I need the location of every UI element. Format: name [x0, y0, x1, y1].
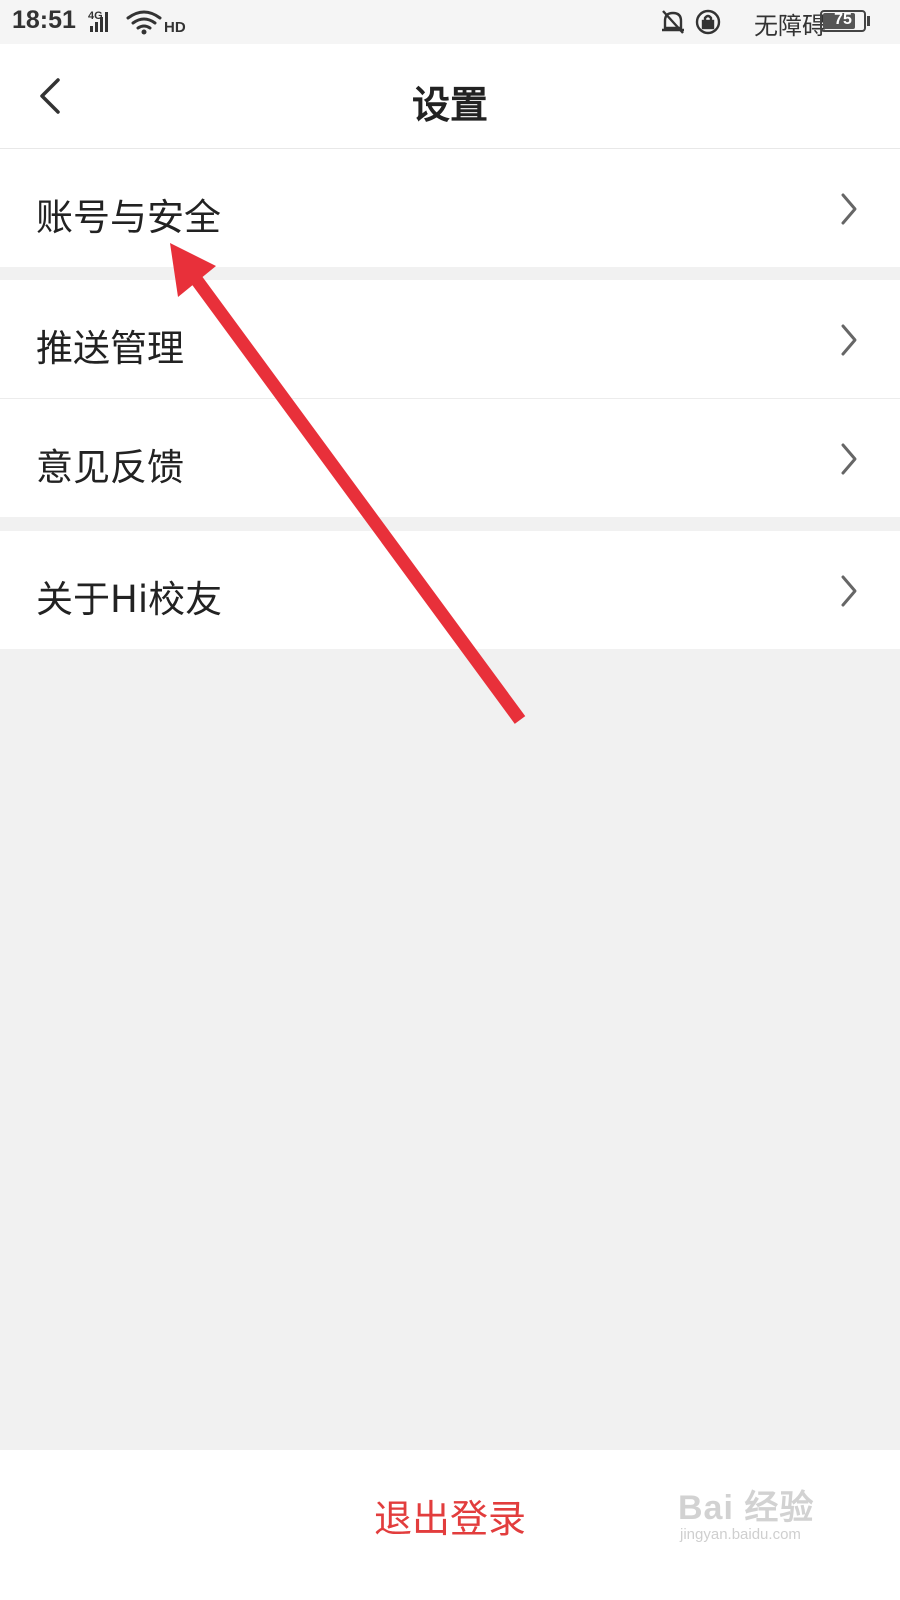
battery-level: 75	[834, 11, 852, 28]
menu-item-label: 推送管理	[36, 327, 184, 370]
chevron-right-icon	[841, 324, 857, 356]
menu-item-label: 关于Hi校友	[36, 578, 223, 621]
rotation-lock-icon	[695, 9, 721, 35]
signal-wifi-icons: 4G HD	[88, 8, 198, 40]
watermark-logo-text: Bai 经验	[678, 1489, 815, 1527]
menu-item-label: 意见反馈	[36, 446, 184, 489]
mute-bell-icon	[662, 10, 684, 34]
menu-item-feedback[interactable]: 意见反馈	[0, 398, 900, 517]
menu-item-account-security[interactable]: 账号与安全	[0, 149, 900, 267]
settings-group-general: 推送管理 意见反馈	[0, 280, 900, 517]
settings-group-about: 关于Hi校友	[0, 531, 900, 649]
chevron-right-icon	[841, 575, 857, 607]
battery-icon: 75	[820, 10, 866, 32]
menu-item-label: 账号与安全	[36, 196, 221, 239]
battery-tip	[867, 16, 870, 26]
menu-item-push-management[interactable]: 推送管理	[0, 280, 900, 398]
status-bar: 18:51 4G HD 无障碍 75	[0, 0, 900, 44]
chevron-right-icon	[841, 443, 857, 475]
baidu-jingyan-watermark: Bai 经验 jingyan.baidu.com	[672, 1470, 862, 1560]
status-right-icons	[660, 8, 726, 40]
page-title: 设置	[411, 83, 488, 127]
wifi-icon	[126, 10, 162, 30]
settings-group-account: 账号与安全	[0, 149, 900, 267]
hd-label: HD	[164, 19, 186, 36]
accessibility-label: 无障碍	[754, 12, 826, 40]
header-bar: 设置	[0, 44, 900, 149]
menu-item-about[interactable]: 关于Hi校友	[0, 531, 900, 649]
status-time: 18:51	[12, 6, 76, 34]
watermark-url: jingyan.baidu.com	[680, 1526, 801, 1543]
chevron-right-icon	[841, 193, 857, 225]
